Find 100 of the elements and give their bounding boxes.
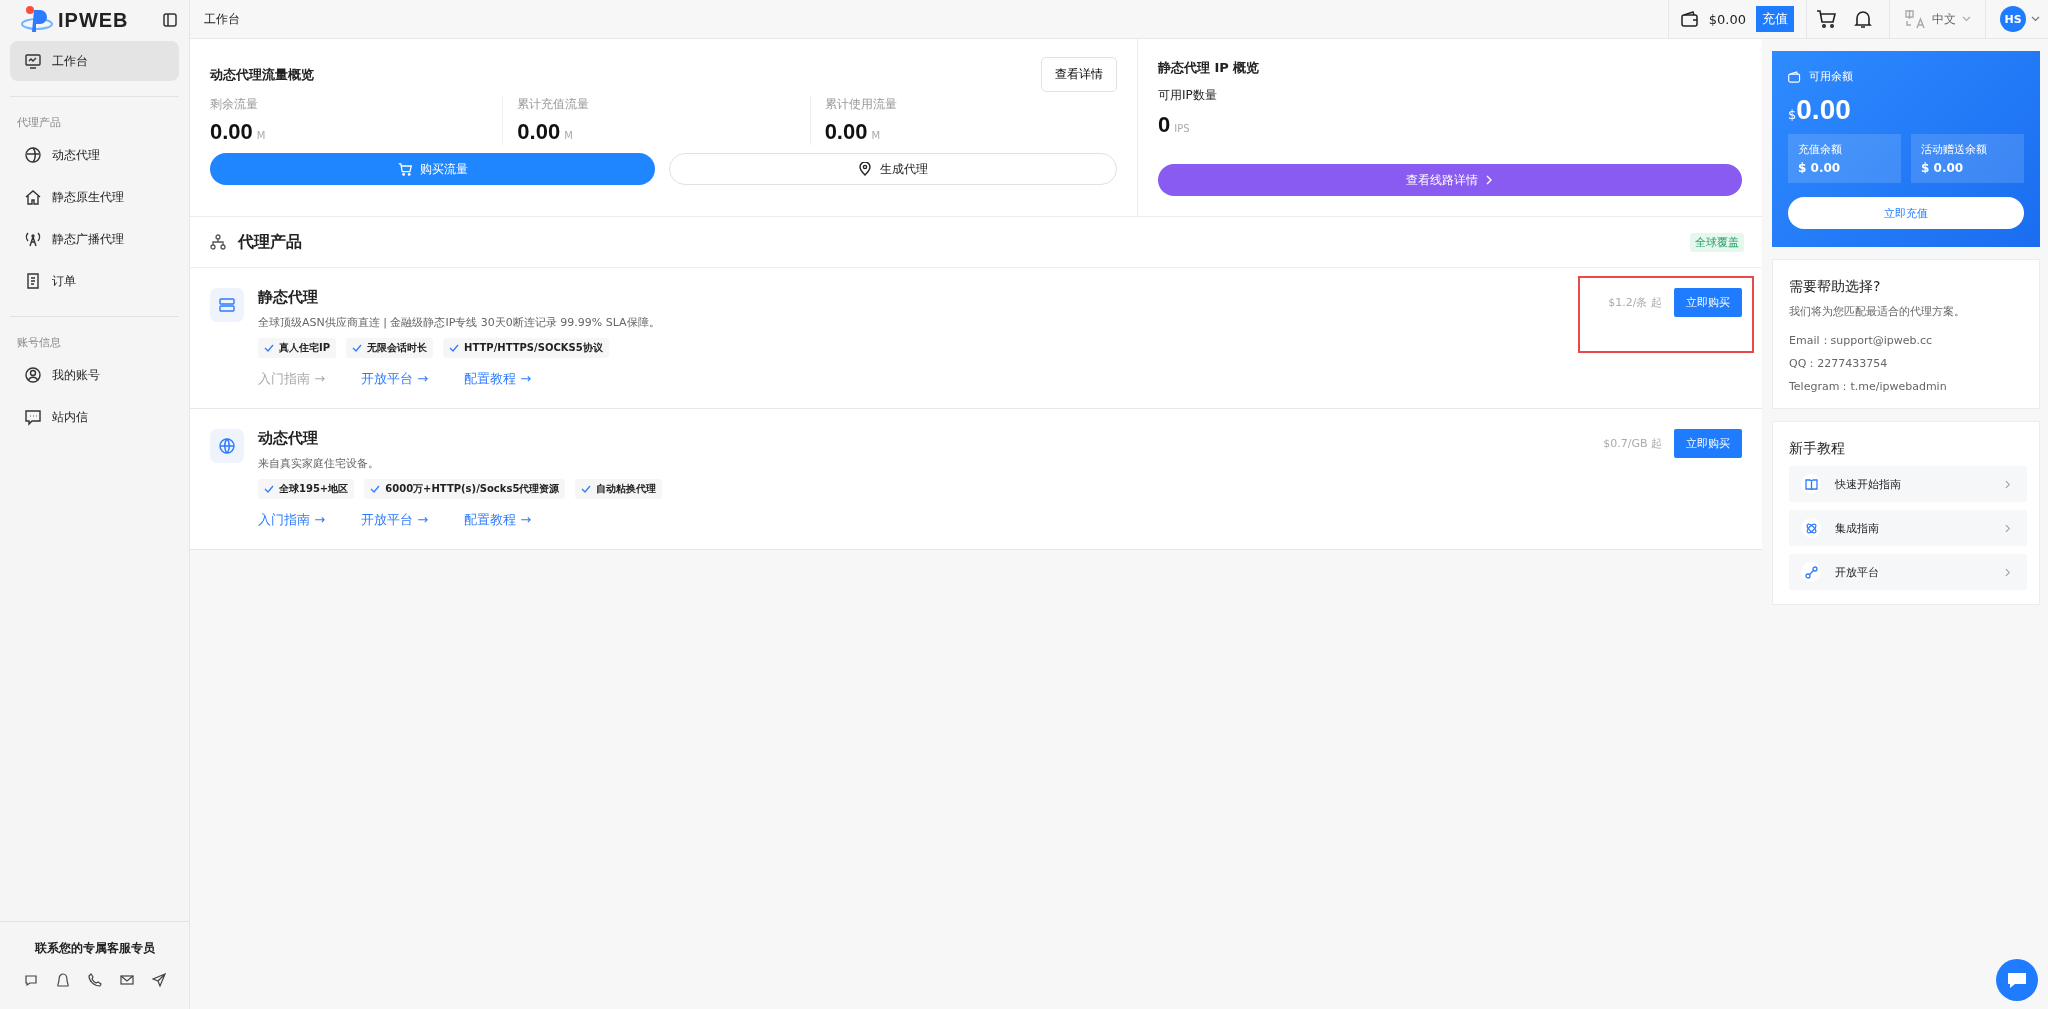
stat-label: 累计充值流量: [517, 96, 591, 113]
cart-icon[interactable]: [1816, 10, 1836, 28]
nav-item[interactable]: 动态代理: [10, 135, 179, 175]
translate-icon: [1904, 9, 1926, 29]
stat-unit: M: [871, 130, 881, 141]
message-icon: [24, 408, 42, 426]
stat-value: 0.00: [210, 119, 253, 145]
product-icon: [210, 429, 244, 463]
nav-item[interactable]: 静态原生代理: [10, 177, 179, 217]
avatar[interactable]: HS: [2000, 6, 2026, 32]
buy-now-button[interactable]: 立即购买: [1674, 288, 1742, 317]
generate-proxy-button[interactable]: 生成代理: [669, 153, 1117, 185]
card-title: 静态代理 IP 概览: [1157, 59, 1261, 77]
chevron-down-icon: [2031, 16, 2040, 22]
stat-label: 可用IP数量: [1157, 87, 1218, 104]
part-value: $ 0.00: [1921, 161, 1965, 175]
bell-icon[interactable]: [1854, 9, 1872, 29]
tag-label: HTTP/HTTPS/SOCKS5协议: [464, 341, 603, 355]
guide-link[interactable]: 开放平台 →: [361, 511, 429, 529]
monitor-icon: [24, 52, 42, 70]
nav-item[interactable]: 站内信: [10, 397, 179, 437]
nav-item[interactable]: 静态广播代理: [10, 219, 179, 259]
buy-now-button[interactable]: 立即购买: [1674, 429, 1742, 458]
location-pin-icon: [858, 162, 872, 176]
contact-title: 联系您的专属客服专员: [34, 940, 155, 957]
help-title: 需要帮助选择?: [1789, 278, 1882, 296]
part-label: 活动赠送余额: [1921, 142, 1988, 157]
help-subtitle: 我们将为您匹配最适合的代理方案。: [1789, 304, 1966, 319]
stat-label: 剩余流量: [210, 96, 259, 113]
currency-sign: $: [1788, 107, 1797, 122]
recharge-now-button[interactable]: 立即充值: [1788, 197, 2024, 229]
balance-amount: 0.00: [1796, 94, 1851, 126]
nav-section-title: 代理产品: [16, 115, 62, 130]
cart-icon: [397, 162, 412, 176]
guide-link[interactable]: 开放平台 →: [361, 370, 429, 388]
buy-traffic-button[interactable]: 购买流量: [210, 153, 656, 185]
chat-icon[interactable]: [23, 973, 38, 987]
product-price: $1.2/条 起: [1608, 295, 1662, 310]
mail-icon[interactable]: [119, 973, 134, 987]
antenna-icon: [24, 230, 42, 248]
tag-label: 无限会话时长: [367, 341, 428, 355]
check-icon: [264, 344, 274, 352]
stat-unit: M: [564, 130, 573, 141]
part-value: $ 0.00: [1798, 161, 1842, 175]
breadcrumb: 工作台: [203, 10, 240, 28]
sidebar-toggle-icon[interactable]: [163, 13, 177, 27]
product-description: 来自真实家庭住宅设备。: [258, 456, 380, 471]
user-icon: [24, 366, 42, 384]
guide-link[interactable]: 配置教程 →: [464, 511, 532, 529]
network-icon: [210, 234, 226, 250]
nav-item[interactable]: 我的账号: [10, 355, 179, 395]
nav-section-title: 账号信息: [16, 335, 62, 350]
check-icon: [449, 344, 460, 352]
product-name: 静态代理: [258, 288, 319, 307]
language-select[interactable]: 中文: [1889, 0, 1986, 38]
guide-link[interactable]: 入门指南 →: [258, 511, 326, 529]
section-title: 代理产品: [238, 231, 302, 253]
send-icon[interactable]: [151, 973, 166, 987]
atom-icon: [1804, 521, 1818, 535]
logo-text: IPWEB: [58, 8, 129, 32]
part-label: 充值余额: [1798, 142, 1843, 157]
penguin-icon[interactable]: [55, 973, 70, 987]
guide-link[interactable]: 配置教程 →: [464, 370, 532, 388]
details-button[interactable]: 查看详情: [1040, 57, 1117, 92]
recharge-button[interactable]: 充值: [1756, 6, 1794, 32]
contact-line: Telegram：t.me/ipwebadmin: [1789, 379, 1948, 394]
tutorial-item[interactable]: 集成指南: [1789, 510, 2027, 546]
stat-unit: IPS: [1174, 123, 1190, 134]
check-icon: [370, 485, 381, 493]
tag-label: 自动粘换代理: [596, 482, 657, 496]
chevron-right-icon: [2005, 523, 2011, 533]
chevron-down-icon: [1962, 16, 1971, 22]
nav-item[interactable]: 订单: [10, 261, 179, 301]
check-icon: [352, 344, 363, 352]
book-icon: [1804, 478, 1818, 490]
tutorial-item[interactable]: 开放平台: [1789, 554, 2027, 590]
tag-label: 6000万+HTTP(s)/Socks5代理资源: [385, 482, 560, 496]
product-price: $0.7/GB 起: [1603, 436, 1662, 451]
product-name: 动态代理: [258, 429, 319, 448]
route-details-button[interactable]: 查看线路详情: [1157, 164, 1742, 196]
check-icon: [264, 485, 274, 493]
tag-label: 全球195+地区: [279, 482, 349, 496]
stat-unit: M: [256, 130, 266, 141]
card-title: 动态代理流量概览: [210, 65, 314, 84]
contact-line: QQ：2277433754: [1789, 356, 1889, 371]
wallet-icon: [1680, 11, 1699, 27]
wallet-icon: [1788, 70, 1801, 83]
receipt-icon: [24, 272, 42, 290]
chat-icon: [2006, 970, 2028, 990]
stat-value: 0.00: [517, 119, 561, 145]
tag-label: 真人住宅IP: [279, 341, 331, 355]
nav-item[interactable]: 工作台: [10, 41, 179, 81]
balance-amount: $0.00: [1708, 11, 1746, 27]
globe-icon: [24, 146, 42, 164]
chat-button[interactable]: [1996, 959, 2038, 1001]
product-icon: [210, 288, 244, 322]
phone-icon[interactable]: [87, 973, 102, 987]
chevron-right-icon: [2005, 479, 2011, 489]
check-icon: [581, 485, 592, 493]
tutorial-item[interactable]: 快速开始指南: [1789, 466, 2027, 502]
